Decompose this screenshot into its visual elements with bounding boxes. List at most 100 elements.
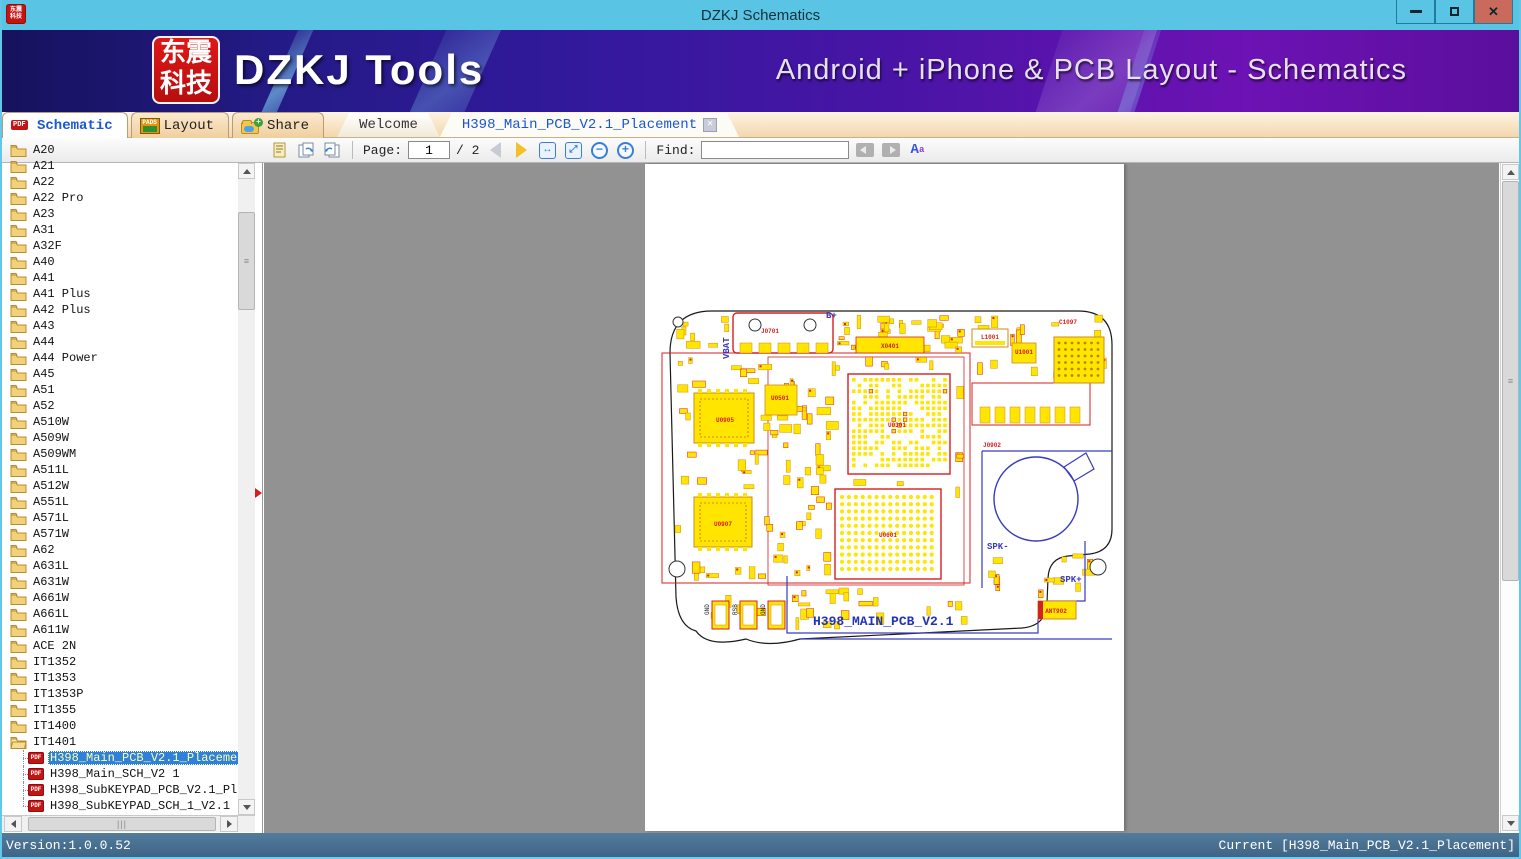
tree-folder-label: A22 Pro xyxy=(33,191,84,205)
copy-page-icon[interactable] xyxy=(270,140,290,160)
tree-scroll-left-icon[interactable] xyxy=(4,816,22,832)
zoom-in-icon[interactable]: + xyxy=(615,140,635,160)
tree-folder-item[interactable]: A44 xyxy=(2,334,238,350)
tree-folder-label: A44 xyxy=(33,335,55,349)
tree-folder-item[interactable]: A32F xyxy=(2,238,238,254)
tree-folder-item[interactable]: IT1355 xyxy=(2,702,238,718)
tree-folder-item[interactable]: A631L xyxy=(2,558,238,574)
tree-folder-item[interactable]: A44 Power xyxy=(2,350,238,366)
svg-text:X0401: X0401 xyxy=(881,343,899,350)
document-scrollbar-thumb[interactable]: ≡ xyxy=(1502,181,1519,581)
maximize-button[interactable] xyxy=(1435,0,1474,24)
rotate-ccw-icon[interactable] xyxy=(322,140,342,160)
tree-folder-item[interactable]: A52 xyxy=(2,398,238,414)
tree-folder-label: A631W xyxy=(33,575,70,589)
tree-pdf-item[interactable]: PDF H398_SubKEYPAD_SCH_1_V2.1 xyxy=(2,798,238,814)
tree-folder-item[interactable]: A512W xyxy=(2,478,238,494)
splitter-collapse-icon[interactable] xyxy=(255,488,262,498)
tree-folder-item[interactable]: A20 xyxy=(2,142,238,158)
fit-page-icon[interactable]: ⤢ xyxy=(563,140,583,160)
tree-folder-item[interactable]: A41 Plus xyxy=(2,286,238,302)
doc-tab-welcome[interactable]: Welcome xyxy=(337,113,440,137)
document-scroll-down-icon[interactable] xyxy=(1502,815,1519,831)
tree-folder-item[interactable]: A571W xyxy=(2,526,238,542)
tree-folder-item[interactable]: A611W xyxy=(2,622,238,638)
pads-icon xyxy=(139,117,160,134)
tree-folder-label: IT1353 xyxy=(33,671,77,685)
tree-scroll-up-icon[interactable] xyxy=(238,163,255,179)
tree-folder-label: A571W xyxy=(33,527,70,541)
tree-folder-item[interactable]: A661W xyxy=(2,590,238,606)
tree-folder-item[interactable]: A631W xyxy=(2,574,238,590)
find-previous-icon[interactable] xyxy=(855,140,875,160)
svg-text:J0701: J0701 xyxy=(761,328,779,335)
tree-folder-item[interactable]: A31 xyxy=(2,222,238,238)
svg-text:GND: GND xyxy=(704,604,711,615)
tree-folder-item[interactable]: A551L xyxy=(2,494,238,510)
next-page-icon[interactable] xyxy=(511,140,531,160)
tree-pdf-item[interactable]: PDF H398_Main_SCH_V2 1 xyxy=(2,766,238,782)
tab-layout[interactable]: Layout xyxy=(130,112,230,138)
tab-schematic-label: Schematic xyxy=(37,117,113,134)
page-number-input[interactable] xyxy=(408,141,451,159)
tree-folder-item[interactable]: A509WM xyxy=(2,446,238,462)
match-case-icon[interactable]: Aa xyxy=(907,140,927,160)
document-view: GND RSB GND J0701 X0401 U0501 U0301 U0601 U0905 U… xyxy=(264,163,1499,833)
tree-folder-item[interactable]: A571L xyxy=(2,510,238,526)
tree-horizontal-scrollbar[interactable]: ||| xyxy=(2,815,255,832)
tree-folder-item[interactable]: IT1353 xyxy=(2,670,238,686)
tree-pdf-item[interactable]: PDF H398_SubKEYPAD_PCB_V2.1_Placement xyxy=(2,782,238,798)
pdf-file-icon: PDF xyxy=(28,800,44,812)
tree-folder-item[interactable]: IT1401 xyxy=(2,734,238,750)
minimize-button[interactable] xyxy=(1396,0,1435,24)
tree-folder-item[interactable]: A22 Pro xyxy=(2,190,238,206)
tree-folder-item[interactable]: ACE 2N xyxy=(2,638,238,654)
tree-folder-item[interactable]: A41 xyxy=(2,270,238,286)
tree-folder-item[interactable]: A42 Plus xyxy=(2,302,238,318)
close-button[interactable]: ✕ xyxy=(1474,0,1513,24)
tree-folder-item[interactable]: A21 xyxy=(2,158,238,174)
pdf-file-icon: PDF xyxy=(28,768,44,780)
tree-folder-item[interactable]: A661L xyxy=(2,606,238,622)
tree-folder-item[interactable]: A23 xyxy=(2,206,238,222)
tree-folder-label: A43 xyxy=(33,319,55,333)
fit-width-icon[interactable]: ↔ xyxy=(537,140,557,160)
close-tab-icon[interactable]: ✕ xyxy=(703,118,717,132)
tab-schematic[interactable]: PDF Schematic xyxy=(2,112,405,138)
tree-scroll-right-icon[interactable] xyxy=(220,816,238,832)
tree-folder-item[interactable]: A45 xyxy=(2,366,238,382)
rotate-cw-icon[interactable] xyxy=(296,140,316,160)
tree-folder-item[interactable]: A40 xyxy=(2,254,238,270)
tree-folder-item[interactable]: A22 xyxy=(2,174,238,190)
tree-folder-item[interactable]: IT1353P xyxy=(2,686,238,702)
find-input[interactable] xyxy=(701,141,850,159)
tree-scroll-down-icon[interactable] xyxy=(238,799,255,815)
tree-folder-item[interactable]: IT1400 xyxy=(2,718,238,734)
find-next-icon[interactable] xyxy=(881,140,901,160)
tree-scrollbar-thumb[interactable]: ≡ xyxy=(238,212,255,310)
tree-hscrollbar-thumb[interactable]: ||| xyxy=(28,817,216,831)
tab-share[interactable]: + Share xyxy=(232,112,325,138)
prev-page-icon[interactable] xyxy=(485,140,505,160)
document-vertical-scrollbar[interactable]: ≡ xyxy=(1500,163,1519,833)
tree-folder-item[interactable]: A43 xyxy=(2,318,238,334)
tree-vertical-scrollbar[interactable]: ≡ xyxy=(238,163,255,815)
window-title: DZKJ Schematics xyxy=(700,6,821,24)
tree-folder-item[interactable]: A509W xyxy=(2,430,238,446)
doc-tab-placement[interactable]: H398_Main_PCB_V2.1_Placement ✕ xyxy=(440,113,739,137)
zoom-out-icon[interactable]: − xyxy=(589,140,609,160)
tree-folder-item[interactable]: A62 xyxy=(2,542,238,558)
svg-text:U1001: U1001 xyxy=(1015,349,1033,356)
tree-folder-label: A661W xyxy=(33,591,70,605)
tree-folder-label: A511L xyxy=(33,463,70,477)
tree-folder-label: A62 xyxy=(33,543,55,557)
tree-folder-item[interactable]: IT1352 xyxy=(2,654,238,670)
document-scroll-up-icon[interactable] xyxy=(1502,164,1519,180)
svg-text:J0902: J0902 xyxy=(983,442,1001,449)
brand-tagline: Android + iPhone & PCB Layout - Schemati… xyxy=(775,54,1407,86)
tree-pdf-label: H398_Main_PCB_V2.1_Placement xyxy=(48,751,238,765)
tree-folder-item[interactable]: A51 xyxy=(2,382,238,398)
tree-folder-item[interactable]: A511L xyxy=(2,462,238,478)
tree-pdf-item[interactable]: PDF H398_Main_PCB_V2.1_Placement xyxy=(2,750,238,766)
tree-folder-item[interactable]: A510W xyxy=(2,414,238,430)
